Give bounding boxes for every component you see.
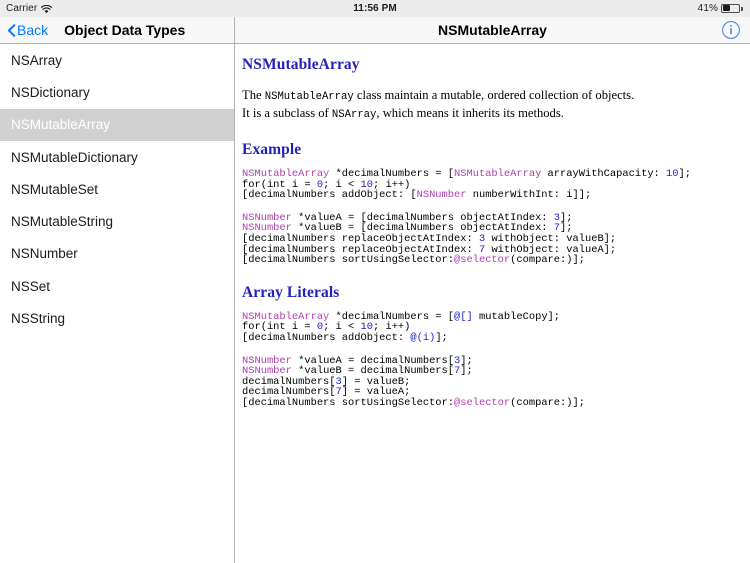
- code-token: [decimalNumbers addObject: [: [242, 189, 417, 202]
- code-token: @selector: [454, 396, 511, 409]
- info-circle-icon[interactable]: [721, 20, 741, 40]
- code-token: 10: [666, 168, 679, 180]
- document-heading: NSMutableArray: [242, 56, 360, 73]
- sidebar-item-nsmutabledictionary[interactable]: NSMutableDictionary: [0, 141, 234, 173]
- detail-document-pane: NSMutableArray The NSMutableArray class …: [236, 44, 750, 563]
- section-heading: Example: [242, 141, 302, 158]
- battery-percent-label: 41%: [697, 3, 718, 14]
- code-token: ];: [435, 331, 448, 344]
- sidebar-item-label: NSMutableDictionary: [11, 149, 138, 165]
- sidebar-item-label: NSSet: [11, 278, 51, 294]
- sidebar-item-label: NSMutableSet: [11, 181, 99, 197]
- document-intro-line-1: The NSMutableArray class maintain a muta…: [242, 87, 750, 105]
- code-token: @[]: [454, 310, 473, 323]
- detail-title: NSMutableArray: [438, 22, 547, 38]
- chevron-left-icon: [7, 23, 16, 37]
- sidebar-item-label: NSNumber: [11, 246, 78, 262]
- sidebar-item-nsdictionary[interactable]: NSDictionary: [0, 76, 234, 108]
- code-token: mutableCopy];: [472, 310, 561, 323]
- detail-navigation-bar: NSMutableArray: [235, 17, 750, 44]
- code-token: [decimalNumbers sortUsingSelector:: [242, 396, 455, 409]
- sidebar-item-label: NSString: [11, 311, 66, 327]
- intro-text: class maintain a mutable, ordered collec…: [353, 88, 635, 102]
- inline-code-nsarray: NSArray: [331, 109, 377, 121]
- inline-code-nsmutablearray: NSMutableArray: [264, 91, 354, 103]
- sidebar-item-label: NSMutableArray: [11, 117, 111, 133]
- status-bar-clock: 11:56 PM: [353, 3, 397, 14]
- sidebar-item-nsmutablearray[interactable]: NSMutableArray: [0, 108, 234, 141]
- code-block: NSNumber *valueA = [decimalNumbers objec…: [242, 212, 750, 267]
- code-block: NSMutableArray *decimalNumbers = [NSMuta…: [242, 169, 750, 201]
- status-bar: Carrier 11:56 PM 41%: [0, 0, 750, 17]
- document-intro-line-2: It is a subclass of NSArray, which means…: [242, 105, 750, 123]
- intro-text: The: [242, 88, 265, 102]
- master-navigation-bar: Back Object Data Types: [0, 17, 235, 44]
- code-token: (compare:)];: [510, 396, 585, 409]
- code-token: [decimalNumbers addObject:: [242, 331, 411, 344]
- intro-text: , which means it inherits its methods.: [376, 106, 564, 120]
- status-bar-right: 41%: [698, 3, 744, 14]
- master-title: Object Data Types: [64, 22, 186, 38]
- sidebar-list[interactable]: NSArray NSDictionary NSMutableArray NSMu…: [0, 44, 235, 563]
- intro-text: It is a subclass of: [242, 106, 332, 120]
- sidebar-item-nsnumber[interactable]: NSNumber: [0, 238, 234, 270]
- sidebar-item-nsarray[interactable]: NSArray: [0, 44, 234, 76]
- ipad-app-window: Carrier 11:56 PM 41% Back Object Data Ty…: [0, 0, 750, 563]
- sidebar-item-label: NSDictionary: [11, 84, 90, 100]
- code-token: (compare:)];: [510, 254, 585, 267]
- code-token: [decimalNumbers sortUsingSelector:: [242, 254, 455, 267]
- back-button-label: Back: [17, 22, 49, 38]
- sidebar-item-label: NSArray: [11, 52, 63, 68]
- back-button[interactable]: Back: [7, 22, 48, 38]
- code-token: @(i): [410, 331, 436, 344]
- sidebar-item-nsmutableset[interactable]: NSMutableSet: [0, 173, 234, 205]
- code-token: NSMutableArray: [454, 168, 542, 180]
- code-token: ];: [678, 168, 691, 180]
- section-heading: Array Literals: [242, 283, 340, 301]
- code-token: NSNumber: [416, 189, 467, 202]
- sidebar-item-nsset[interactable]: NSSet: [0, 270, 234, 302]
- sidebar-item-label: NSMutableString: [11, 214, 114, 230]
- sidebar-item-nsmutablestring[interactable]: NSMutableString: [0, 205, 234, 237]
- code-token: @selector: [454, 254, 511, 267]
- code-block: NSMutableArray *decimalNumbers = [@[] mu…: [242, 310, 750, 344]
- code-token: arrayWithCapacity:: [541, 168, 667, 180]
- document-sections: Example NSMutableArray *decimalNumbers = …: [242, 141, 750, 409]
- code-token: ];: [460, 365, 473, 378]
- sidebar-item-nsstring[interactable]: NSString: [0, 302, 234, 334]
- code-token: numberWithInt: i]];: [466, 189, 592, 202]
- code-block: NSNumber *valueA = decimalNumbers[3]; NS…: [242, 355, 750, 409]
- battery-icon: [721, 3, 744, 14]
